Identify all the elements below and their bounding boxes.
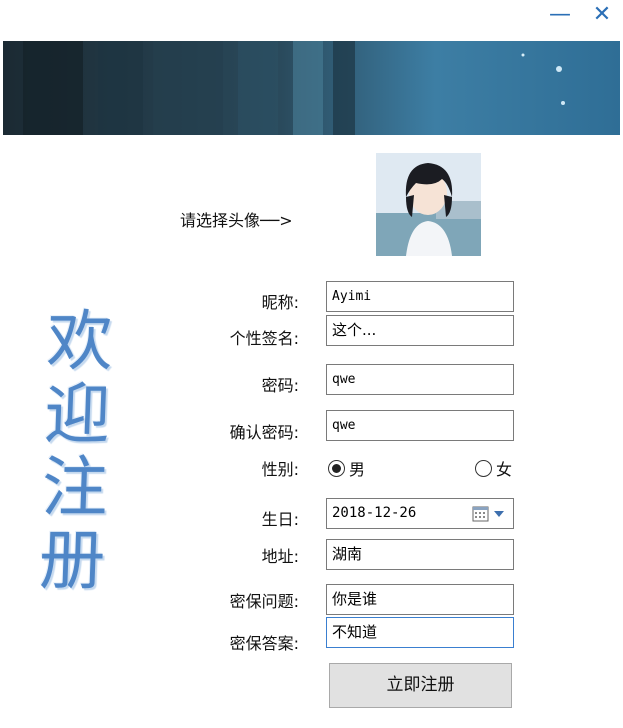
confirm-password-input[interactable]: qwe — [326, 410, 514, 441]
welcome-char-4: 册 — [37, 522, 107, 599]
register-button[interactable]: 立即注册 — [329, 663, 512, 708]
welcome-char-1: 欢 — [45, 303, 115, 380]
chevron-down-icon — [494, 511, 504, 517]
security-answer-label: 密保答案: — [229, 634, 299, 653]
gender-radio-male[interactable]: 男 — [328, 456, 365, 480]
date-picker-toggle[interactable] — [472, 503, 508, 525]
birthday-label: 生日: — [261, 510, 299, 529]
avatar-prompt: 请选择头像──> — [180, 211, 293, 230]
birthday-value: 2018-12-26 — [332, 505, 417, 521]
nickname-label: 昵称: — [261, 293, 299, 312]
security-question-input[interactable]: 你是谁 — [326, 584, 514, 615]
radio-unchecked-icon — [475, 459, 492, 477]
gender-radio-female[interactable]: 女 — [475, 456, 512, 480]
password-input[interactable]: qwe — [326, 364, 514, 395]
gender-female-label: 女 — [496, 460, 513, 479]
avatar[interactable] — [376, 153, 481, 256]
welcome-heading: 欢 迎 注 册 — [25, 303, 127, 599]
calendar-icon — [472, 506, 489, 522]
close-button[interactable]: ✕ — [587, 2, 617, 28]
password-label: 密码: — [261, 376, 299, 395]
security-answer-input[interactable]: 不知道 — [326, 617, 514, 648]
welcome-char-3: 注 — [40, 449, 110, 526]
confirm-password-label: 确认密码: — [229, 423, 299, 442]
signature-input[interactable]: 这个... — [326, 315, 514, 346]
close-icon: ✕ — [592, 2, 612, 27]
minimize-icon: — — [549, 2, 571, 27]
minimize-button[interactable]: — — [545, 2, 575, 28]
address-input[interactable]: 湖南 — [326, 539, 514, 570]
gender-label: 性别: — [261, 460, 299, 479]
header-banner — [3, 41, 620, 135]
security-question-label: 密保问题: — [229, 592, 299, 611]
nickname-input[interactable]: Ayimi — [326, 281, 514, 312]
welcome-char-2: 迎 — [42, 376, 112, 453]
signature-label: 个性签名: — [229, 329, 299, 348]
radio-checked-icon — [328, 459, 345, 477]
address-label: 地址: — [261, 547, 299, 566]
gender-male-label: 男 — [349, 460, 366, 479]
